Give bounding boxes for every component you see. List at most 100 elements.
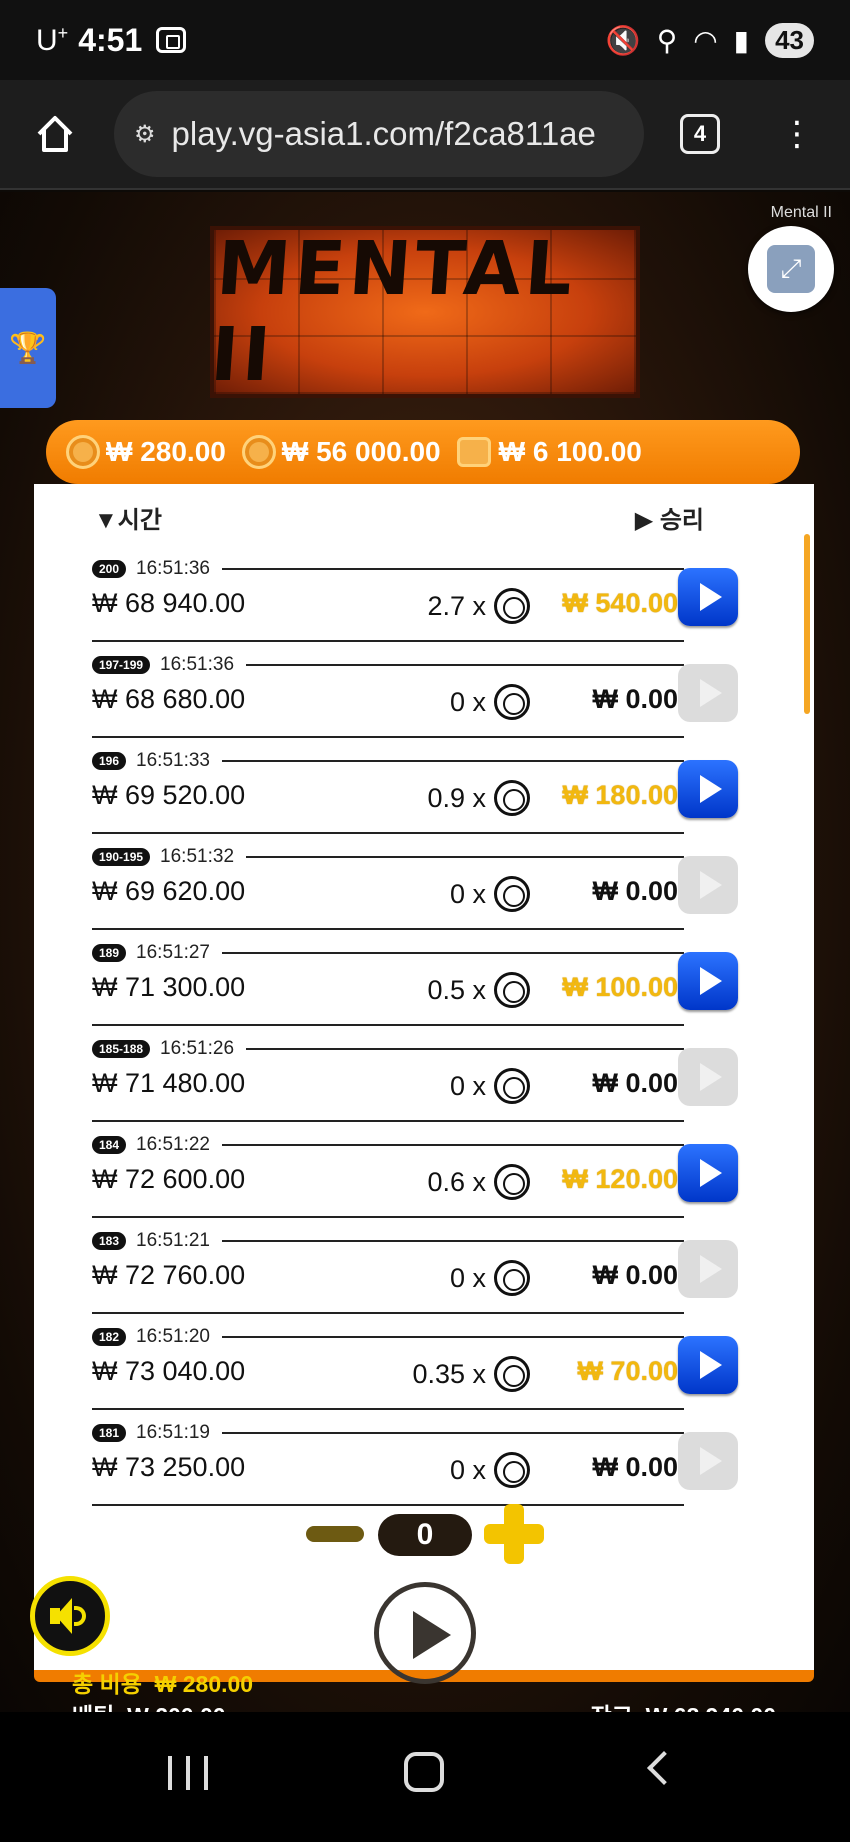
balance-value: ₩ 68 680.00 xyxy=(92,684,246,714)
speaker-icon xyxy=(48,1598,92,1634)
max-win-stat: ₩ 56 000.00 xyxy=(241,435,441,469)
divider xyxy=(92,1216,684,1218)
decrease-bet-button[interactable] xyxy=(306,1526,364,1542)
sort-by-win[interactable]: ▶ 승리 xyxy=(635,500,704,535)
divider xyxy=(222,568,684,570)
row-meta: 182 16:51:20 xyxy=(92,1324,684,1350)
replay-button[interactable] xyxy=(678,760,738,818)
increase-bet-button[interactable] xyxy=(484,1504,544,1564)
round-badge: 200 xyxy=(92,560,127,578)
win-amount: ₩ 0.00 xyxy=(592,876,678,906)
history-row: 189 16:51:27 ₩ 71 300.00 0.5 x ₩ 100.00 xyxy=(92,938,738,1034)
nav-back-button[interactable] xyxy=(647,1751,681,1785)
row-meta: 184 16:51:22 xyxy=(92,1132,684,1158)
play-icon xyxy=(700,1063,722,1091)
stats-bar: ₩ 280.00 ₩ 56 000.00 ₩ 6 100.00 xyxy=(46,420,800,484)
mute-icon: 🔇 xyxy=(605,24,641,56)
scrollbar[interactable] xyxy=(804,534,810,714)
bet-readout: 베팅 ₩ 200.00 xyxy=(72,1697,226,1712)
game-name-label: Mental II xyxy=(770,204,832,221)
replay-button[interactable] xyxy=(678,952,738,1010)
spin-button[interactable] xyxy=(374,1582,476,1684)
wallet-stat: ₩ 6 100.00 xyxy=(456,436,642,468)
round-badge: 183 xyxy=(92,1232,127,1250)
divider xyxy=(92,1504,684,1506)
recent-apps-button[interactable] xyxy=(168,1756,208,1790)
tabs-button[interactable]: 4 xyxy=(680,114,720,154)
round-time: 16:51:33 xyxy=(136,750,210,771)
win-amount: ₩ 540.00 xyxy=(562,588,678,618)
row-meta: 185-188 16:51:26 xyxy=(92,1036,684,1062)
divider xyxy=(92,832,684,834)
round-badge: 182 xyxy=(92,1328,127,1346)
play-icon xyxy=(700,1447,722,1475)
divider xyxy=(246,1048,684,1050)
screen-record-icon xyxy=(156,27,187,53)
row-meta: 189 16:51:27 xyxy=(92,940,684,966)
bet-counter: 0 xyxy=(378,1514,472,1556)
history-row: 196 16:51:33 ₩ 69 520.00 0.9 x ₩ 180.00 xyxy=(92,746,738,842)
divider xyxy=(92,928,684,930)
replay-button xyxy=(678,664,738,722)
location-icon: ⚲ xyxy=(656,24,678,56)
divider xyxy=(222,760,684,762)
replay-button[interactable] xyxy=(678,1144,738,1202)
divider xyxy=(222,1432,684,1434)
replay-button[interactable] xyxy=(678,568,738,626)
round-badge: 189 xyxy=(92,944,127,962)
coin-icon xyxy=(66,435,100,469)
clock: 4:51 xyxy=(78,21,143,58)
more-menu-icon[interactable]: ⋮ xyxy=(780,117,814,151)
play-icon xyxy=(700,583,722,611)
replay-button xyxy=(678,856,738,914)
win-amount: ₩ 70.00 xyxy=(577,1356,678,1386)
history-row: 184 16:51:22 ₩ 72 600.00 0.6 x ₩ 120.00 xyxy=(92,1130,738,1226)
round-time: 16:51:21 xyxy=(136,1230,210,1251)
balance-value: ₩ 73 250.00 xyxy=(92,1452,246,1482)
divider xyxy=(92,640,684,642)
play-icon xyxy=(700,679,722,707)
play-icon xyxy=(700,967,722,995)
win-amount: ₩ 0.00 xyxy=(592,684,678,714)
row-meta: 190-195 16:51:32 xyxy=(92,844,684,870)
replay-button[interactable] xyxy=(678,1336,738,1394)
address-bar[interactable]: ⚙ play.vg-asia1.com/f2ca811ae xyxy=(114,91,644,177)
logo-text: MENTAL II xyxy=(207,226,580,398)
history-row: 190-195 16:51:32 ₩ 69 620.00 0 x ₩ 0.00 xyxy=(92,842,738,938)
row-meta: 200 16:51:36 xyxy=(92,556,684,582)
round-badge: 185-188 xyxy=(92,1040,151,1058)
play-icon xyxy=(700,871,722,899)
url-text: play.vg-asia1.com/f2ca811ae xyxy=(171,115,596,152)
trophy-icon[interactable]: 🏆 xyxy=(0,288,56,408)
site-settings-icon[interactable]: ⚙ xyxy=(134,120,156,149)
round-time: 16:51:26 xyxy=(160,1038,235,1059)
sort-by-time[interactable]: ▼시간 xyxy=(94,500,162,535)
sound-toggle-button[interactable] xyxy=(30,1576,110,1656)
balance-value: ₩ 68 940.00 xyxy=(92,588,246,618)
fullscreen-button[interactable]: ⤢ xyxy=(748,226,834,312)
win-amount: ₩ 0.00 xyxy=(592,1260,678,1290)
divider xyxy=(92,1408,684,1410)
history-row: 181 16:51:19 ₩ 73 250.00 0 x ₩ 0.00 xyxy=(92,1418,738,1514)
win-amount: ₩ 100.00 xyxy=(562,972,678,1002)
balance-value: ₩ 69 520.00 xyxy=(92,780,246,810)
divider xyxy=(246,856,684,858)
win-amount: ₩ 180.00 xyxy=(562,780,678,810)
nav-home-button[interactable] xyxy=(404,1752,444,1792)
divider xyxy=(222,1240,684,1242)
row-meta: 197-199 16:51:36 xyxy=(92,652,684,678)
total-cost-stat: ₩ 280.00 xyxy=(66,435,226,469)
round-time: 16:51:32 xyxy=(160,846,235,867)
round-badge: 197-199 xyxy=(92,656,151,674)
history-panel: ▼시간 ▶ 승리 200 16:51:36 ₩ 68 940.00 2.7 x ₩ 54… xyxy=(34,484,814,1682)
replay-button xyxy=(678,1432,738,1490)
round-badge: 190-195 xyxy=(92,848,151,866)
replay-button xyxy=(678,1048,738,1106)
replay-button xyxy=(678,1240,738,1298)
row-meta: 183 16:51:21 xyxy=(92,1228,684,1254)
total-cost-readout: 총 비용 ₩ 280.00 xyxy=(72,1671,254,1697)
home-button[interactable] xyxy=(10,89,100,179)
divider xyxy=(92,1024,684,1026)
round-time: 16:51:19 xyxy=(136,1422,210,1443)
row-meta: 181 16:51:19 xyxy=(92,1420,684,1446)
